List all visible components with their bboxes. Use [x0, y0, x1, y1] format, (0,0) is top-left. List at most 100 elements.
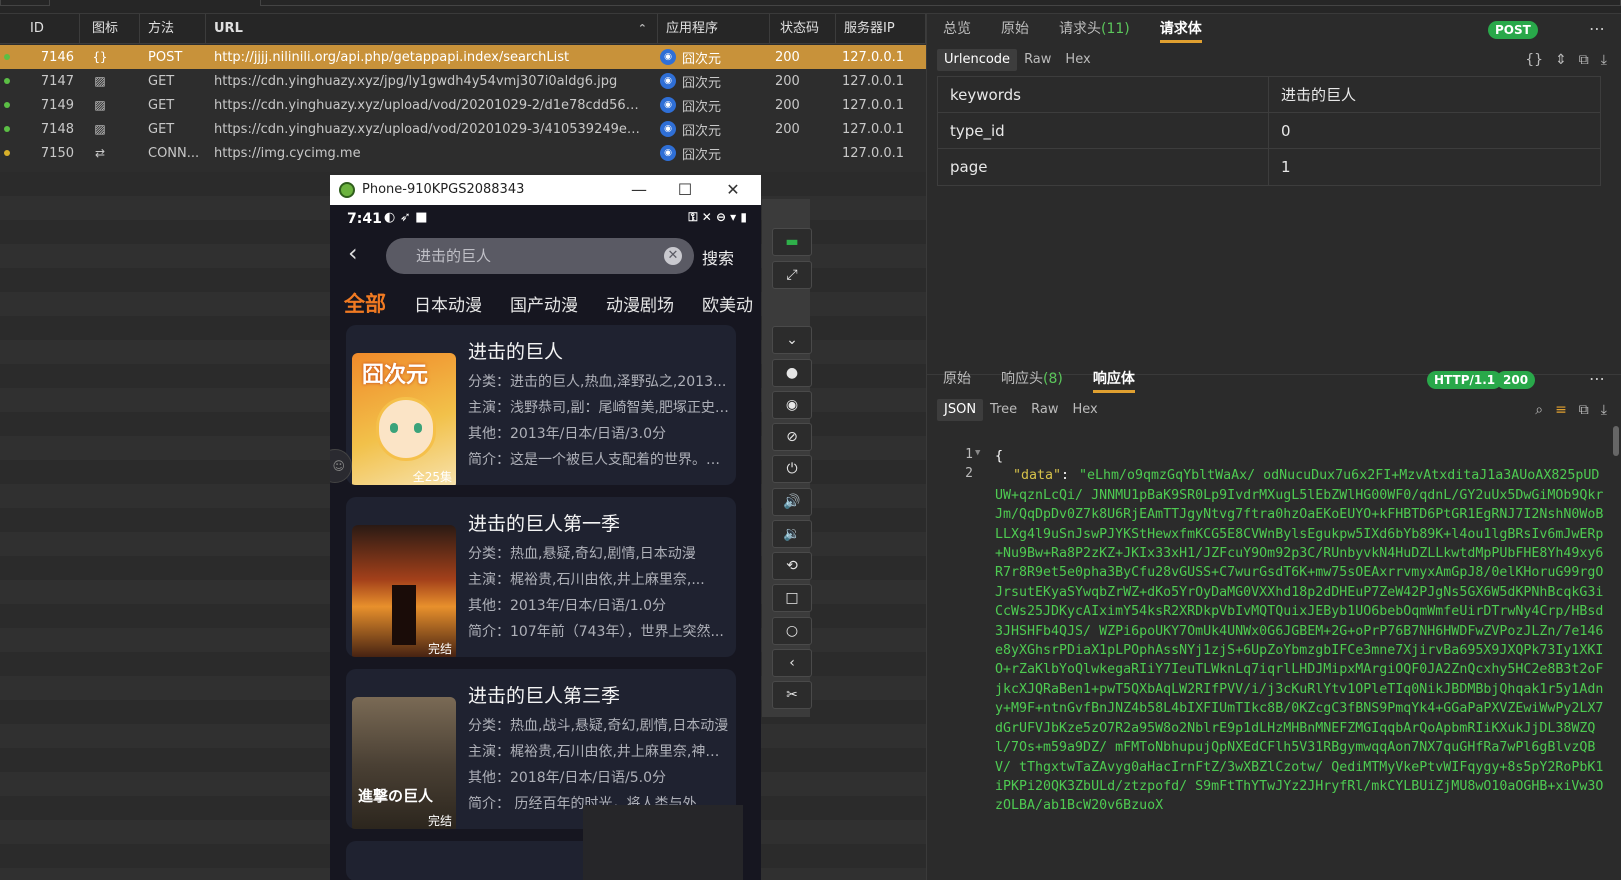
- phone-window-titlebar[interactable]: Phone-910KPGS2088343 — ☐ ✕: [330, 175, 761, 205]
- row-id: 7150: [40, 145, 74, 161]
- anime-poster: 完结: [352, 525, 456, 657]
- category-tab[interactable]: 欧美动: [702, 291, 753, 316]
- fold-icon[interactable]: ▼: [975, 448, 980, 458]
- rotate-icon[interactable]: ⟲: [772, 552, 812, 580]
- column-header-server-ip[interactable]: 服务器IP: [836, 14, 926, 44]
- minimize-icon[interactable]: —: [628, 179, 650, 201]
- subtab-hex[interactable]: Hex: [1066, 399, 1105, 421]
- http-version-badge: HTTP/1.1: [1427, 371, 1503, 389]
- top-toolbar-strip: [0, 0, 1621, 14]
- table-row[interactable]: 7146 {} POST http://jjjj.nilinili.org/ap…: [0, 45, 926, 69]
- anime-category: 分类：进击的巨人,热血,泽野弘之,2013...: [468, 374, 727, 390]
- column-header-id[interactable]: ID: [0, 14, 80, 44]
- status-icons-right: ⚿ ✕ ⊖ ▾ ▮: [688, 210, 747, 224]
- row-id: 7147: [40, 73, 74, 89]
- collapse-down-icon[interactable]: ⌄: [772, 326, 812, 354]
- column-header-method[interactable]: 方法: [140, 14, 206, 44]
- copy-icon[interactable]: ⧉: [1579, 52, 1589, 68]
- wrap-lines-icon[interactable]: ≡: [1555, 402, 1567, 418]
- row-status: 200: [775, 97, 800, 113]
- app-logo-icon: [339, 182, 355, 198]
- table-row[interactable]: 7148 ▨ GET https://cdn.yinghuazy.xyz/upl…: [0, 117, 926, 141]
- power-icon[interactable]: ⏻: [772, 455, 812, 483]
- row-app: ◉ 囧次元: [660, 72, 721, 91]
- param-row[interactable]: type_id 0: [938, 113, 1600, 149]
- tab-request-headers[interactable]: 请求头(11): [1059, 14, 1130, 44]
- screenshot-icon[interactable]: ✂: [772, 681, 812, 709]
- category-tab[interactable]: 动漫剧场: [606, 291, 674, 316]
- row-app-name: 囧次元: [682, 99, 722, 115]
- eye-icon[interactable]: ◉: [772, 391, 812, 419]
- anime-card[interactable]: 完结 进击的巨人第一季 分类：热血,悬疑,奇幻,剧情,日本动漫 主演：梶裕贵,石…: [346, 497, 736, 657]
- app-icon: ◉: [660, 73, 676, 89]
- row-method: GET: [148, 97, 175, 113]
- column-header-app[interactable]: 应用程序: [658, 14, 770, 44]
- detail-panel: 总览 原始 请求头(11) 请求体 POST ⋯ Urlencode Raw H…: [926, 14, 1621, 880]
- volume-up-icon[interactable]: 🔊: [772, 488, 812, 516]
- row-ip: 127.0.0.1: [842, 145, 905, 161]
- maximize-icon[interactable]: ☐: [674, 179, 696, 201]
- search-icon[interactable]: ⌕: [1535, 402, 1543, 418]
- param-row[interactable]: keywords 进击的巨人: [938, 77, 1600, 113]
- subtab-raw[interactable]: Raw: [1024, 399, 1065, 421]
- subtab-urlencode[interactable]: Urlencode: [937, 49, 1018, 71]
- table-row[interactable]: 7150 ⇄ CONN... https://img.cycimg.me ◉ 囧次…: [0, 141, 926, 165]
- copy-icon[interactable]: ⧉: [1579, 402, 1589, 418]
- fullscreen-icon[interactable]: ⤢: [772, 261, 812, 289]
- anime-card[interactable]: 囧次元 全25集 进击的巨人 分类：进击的巨人,热血,泽野弘之,2013... …: [346, 325, 736, 485]
- phone-screen[interactable]: 7:41 ◐ ➶ ■ ⚿ ✕ ⊖ ▾ ▮ ‹ 进击的巨人 ✕ 搜索 全部 日本动…: [330, 205, 761, 880]
- tab-raw[interactable]: 原始: [1001, 14, 1029, 44]
- back-icon[interactable]: ‹: [348, 239, 358, 267]
- subtab-json[interactable]: JSON: [937, 399, 984, 421]
- tab-response-headers[interactable]: 响应头(8): [1001, 364, 1063, 394]
- table-row[interactable]: 7147 ▨ GET https://cdn.yinghuazy.xyz/jpg…: [0, 69, 926, 93]
- response-body-viewer[interactable]: 1 2 ▼ { "data": "eLhm/o9qmzGqYbltWaAx/ o…: [927, 444, 1621, 880]
- row-app: ◉ 囧次元: [660, 96, 721, 115]
- row-app-name: 囧次元: [682, 75, 722, 91]
- eye-off-icon[interactable]: ⊘: [772, 423, 812, 451]
- row-app: ◉ 囧次元: [660, 144, 721, 163]
- category-tab-all[interactable]: 全部: [344, 288, 386, 318]
- volume-down-icon[interactable]: 🔉: [772, 520, 812, 548]
- category-tab[interactable]: 国产动漫: [510, 291, 578, 316]
- tab-overview[interactable]: 总览: [943, 14, 971, 44]
- expand-collapse-icon[interactable]: ⇕: [1555, 52, 1567, 68]
- close-icon[interactable]: ✕: [722, 179, 744, 201]
- vertical-scrollbar[interactable]: [1613, 426, 1619, 456]
- row-url: https://cdn.yinghuazy.xyz/upload/vod/202…: [214, 121, 644, 137]
- format-braces-icon[interactable]: {}: [1525, 52, 1543, 68]
- download-icon[interactable]: ⤓: [1601, 52, 1607, 68]
- search-button[interactable]: 搜索: [702, 245, 734, 269]
- tab-response-body[interactable]: 响应体: [1092, 364, 1135, 394]
- clock: 7:41: [347, 211, 382, 227]
- record-icon[interactable]: ●: [772, 359, 812, 387]
- status-dot: [4, 78, 10, 84]
- category-tab[interactable]: 日本动漫: [414, 291, 482, 316]
- back-icon[interactable]: ‹: [772, 649, 812, 677]
- line-number: 2: [965, 466, 973, 481]
- tab-response-raw[interactable]: 原始: [943, 364, 971, 394]
- home-icon[interactable]: ○: [772, 617, 812, 645]
- overview-icon[interactable]: □: [772, 584, 812, 612]
- more-icon[interactable]: ⋯: [1589, 19, 1605, 38]
- column-header-icon[interactable]: 图标: [80, 14, 140, 44]
- subtab-tree[interactable]: Tree: [983, 399, 1024, 421]
- tab-request-body[interactable]: 请求体: [1159, 14, 1202, 44]
- column-header-url[interactable]: URL ⌃: [206, 14, 658, 44]
- more-icon[interactable]: ⋯: [1589, 369, 1605, 388]
- android-icon[interactable]: ▬: [772, 228, 812, 256]
- anime-intro: 简介：这是一个被巨人支配着的世界。成...: [468, 452, 730, 468]
- download-icon[interactable]: ⤓: [1601, 402, 1607, 418]
- table-row[interactable]: 7149 ▨ GET https://cdn.yinghuazy.xyz/upl…: [0, 93, 926, 117]
- param-row[interactable]: page 1: [938, 149, 1600, 185]
- status-dot: [4, 126, 10, 132]
- subtab-hex[interactable]: Hex: [1058, 49, 1097, 71]
- anime-category: 分类：热血,悬疑,奇幻,剧情,日本动漫: [468, 546, 696, 562]
- row-url: http://jjjj.nilinili.org/api.php/getappa…: [214, 49, 570, 65]
- search-input[interactable]: 进击的巨人 ✕: [386, 238, 694, 274]
- column-header-status[interactable]: 状态码: [770, 14, 836, 44]
- row-app-name: 囧次元: [682, 147, 722, 163]
- clear-icon[interactable]: ✕: [664, 247, 682, 265]
- subtab-raw[interactable]: Raw: [1017, 49, 1058, 71]
- json-content: { "data": "eLhm/o9qmzGqYbltWaAx/ odNucuD…: [995, 447, 1605, 816]
